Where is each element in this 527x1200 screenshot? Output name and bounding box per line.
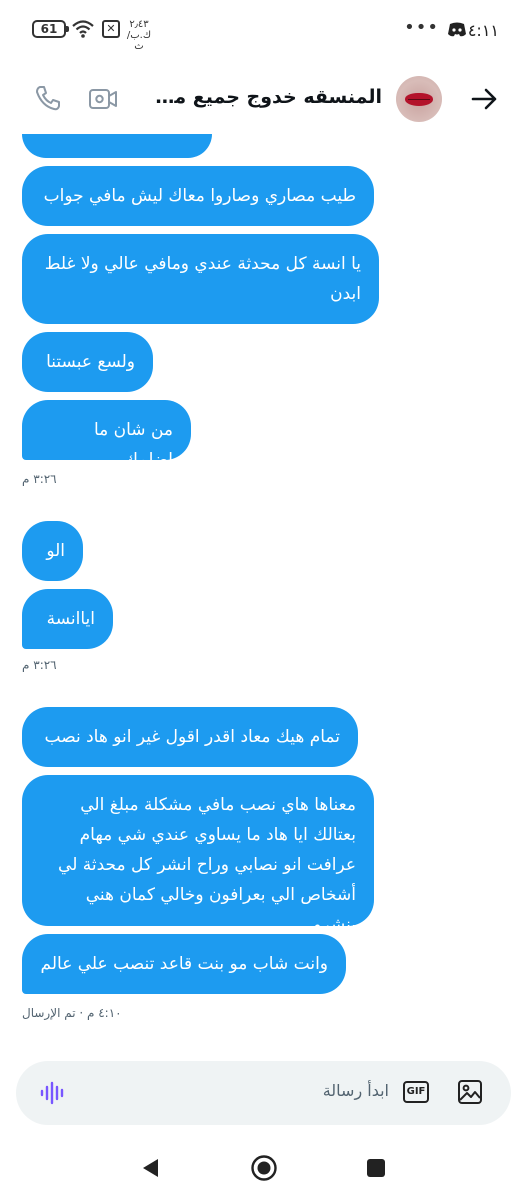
message-bubble[interactable]: يا انسة كل محدثة عندي ومافي عالي ولا غلط… — [22, 234, 379, 324]
message-bubble[interactable]: وانت شاب مو بنت قاعد تنصب علي عالم — [22, 934, 346, 994]
discord-icon — [448, 22, 466, 37]
network-speed-value: ٢٫٤٣ — [129, 19, 149, 30]
message-timestamp: ٣:٢٦ م — [22, 658, 57, 672]
conversation-title[interactable]: المنسقه خدوج جميع محافظ... — [154, 86, 382, 108]
lips-image — [405, 93, 433, 106]
nav-home-icon[interactable] — [250, 1154, 278, 1182]
status-time: ٤:١١ — [467, 21, 499, 40]
conversation-header: المنسقه خدوج جميع محافظ... — [0, 64, 527, 134]
phone-call-icon[interactable] — [34, 84, 62, 112]
message-timestamp: ٣:٢٦ م — [22, 472, 57, 486]
back-arrow-icon[interactable] — [469, 84, 499, 114]
message-bubble[interactable] — [22, 134, 212, 158]
message-bubble[interactable]: طيب مصاري وصاروا معاك ليش مافي جواب — [22, 166, 374, 226]
message-bubble[interactable]: من شان ما اضلمك — [22, 400, 191, 470]
battery-icon: 61 — [32, 20, 69, 38]
image-icon[interactable] — [457, 1079, 483, 1105]
network-speed-unit: ك.ب/ث — [126, 30, 152, 52]
nav-back-icon[interactable] — [140, 1157, 160, 1179]
wifi-icon — [72, 20, 94, 38]
message-input[interactable]: ابدأ رسالة — [323, 1081, 389, 1100]
notification-dots: ••• — [404, 17, 439, 38]
gif-button[interactable]: GIF — [403, 1081, 429, 1103]
avatar[interactable] — [396, 76, 442, 122]
system-nav-bar — [0, 1135, 527, 1200]
message-bubble[interactable]: اياانسة — [22, 589, 113, 649]
message-bubble[interactable]: ولسع عبستنا — [22, 332, 153, 392]
video-call-icon[interactable] — [88, 86, 118, 112]
message-timestamp: ٤:١٠ م · تم الإرسال — [22, 1006, 122, 1020]
message-bubble[interactable]: تمام هيك معاد اقدر اقول غير انو هاد نصب — [22, 707, 358, 767]
nav-recents-icon[interactable] — [367, 1159, 385, 1177]
message-bubble[interactable]: الو — [22, 521, 83, 581]
network-speed: ٢٫٤٣ ك.ب/ث — [124, 19, 154, 52]
voice-message-icon[interactable] — [40, 1081, 66, 1105]
message-composer: ابدأ رسالة GIF — [16, 1061, 511, 1125]
no-sim-icon: ✕ — [102, 20, 120, 38]
status-bar: ٤:١١ ••• 61 ✕ ٢٫٤٣ ك.ب/ث — [0, 0, 527, 60]
message-bubble[interactable]: معناها هاي نصب مافي مشكلة مبلغ الي بعتال… — [22, 775, 374, 935]
